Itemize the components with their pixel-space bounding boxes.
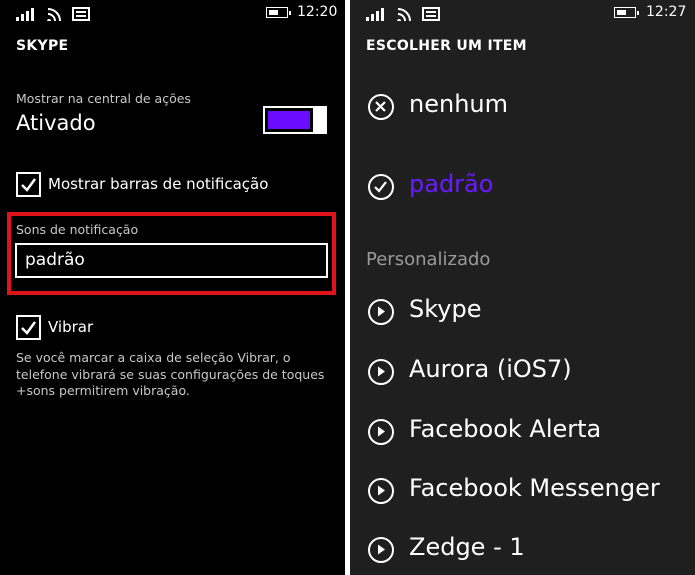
vibrate-checkbox[interactable] <box>16 315 41 340</box>
signal-icon <box>366 8 384 21</box>
skype-settings-screen: 12:20 SKYPE Mostrar na central de ações … <box>0 0 345 575</box>
battery-icon <box>266 7 291 18</box>
item-facebook-alerta[interactable]: Facebook Alerta <box>366 413 686 457</box>
item-facebook-messenger[interactable]: Facebook Messenger <box>366 472 686 516</box>
item-aurora[interactable]: Aurora (iOS7) <box>366 353 686 397</box>
play-circle-icon <box>368 537 394 563</box>
page-title: ESCOLHER UM ITEM <box>366 38 527 54</box>
item-padrao[interactable]: padrão <box>366 168 686 212</box>
message-icon <box>72 7 90 21</box>
item-label: Skype <box>409 295 482 323</box>
clock: 12:27 <box>646 4 687 20</box>
item-nenhum[interactable]: nenhum <box>366 88 686 132</box>
close-circle-icon <box>368 94 394 120</box>
section-header-custom: Personalizado <box>366 249 491 270</box>
toggle-track <box>268 111 310 129</box>
choose-item-screen: 12:27 ESCOLHER UM ITEM nenhum padrão Per… <box>350 0 695 575</box>
action-center-label: Mostrar na central de ações <box>16 91 191 106</box>
page-title: SKYPE <box>16 38 69 54</box>
item-label: padrão <box>409 170 494 198</box>
play-circle-icon <box>368 419 394 445</box>
message-icon <box>422 7 440 21</box>
wifi-icon <box>397 8 411 21</box>
action-center-state: Ativado <box>16 111 96 135</box>
notification-sound-label: Sons de notificação <box>16 222 139 237</box>
wifi-icon <box>47 8 61 21</box>
check-icon <box>21 321 37 335</box>
action-center-toggle[interactable] <box>263 106 327 134</box>
show-banners-checkbox[interactable] <box>16 172 41 197</box>
item-label: nenhum <box>409 90 508 118</box>
item-label: Facebook Alerta <box>409 415 602 443</box>
status-bar: 12:27 <box>350 0 695 26</box>
play-circle-icon <box>368 299 394 325</box>
battery-icon <box>614 7 639 18</box>
vibrate-help-text: Se você marcar a caixa de seleção Vibrar… <box>16 350 325 398</box>
check-circle-icon <box>368 174 394 200</box>
play-circle-icon <box>368 359 394 385</box>
vibrate-label[interactable]: Vibrar <box>48 318 93 336</box>
notification-sound-field[interactable]: padrão <box>15 243 328 278</box>
status-bar: 12:20 <box>0 0 345 26</box>
signal-icon <box>16 8 34 21</box>
play-circle-icon <box>368 478 394 504</box>
toggle-knob <box>313 106 327 134</box>
item-label: Facebook Messenger <box>409 474 660 502</box>
item-label: Aurora (iOS7) <box>409 355 572 383</box>
item-label: Zedge - 1 <box>409 533 525 561</box>
item-zedge[interactable]: Zedge - 1 <box>366 531 686 575</box>
clock: 12:20 <box>297 4 338 20</box>
item-skype[interactable]: Skype <box>366 293 686 337</box>
show-banners-label[interactable]: Mostrar barras de notificação <box>48 175 268 193</box>
check-icon <box>21 178 37 192</box>
